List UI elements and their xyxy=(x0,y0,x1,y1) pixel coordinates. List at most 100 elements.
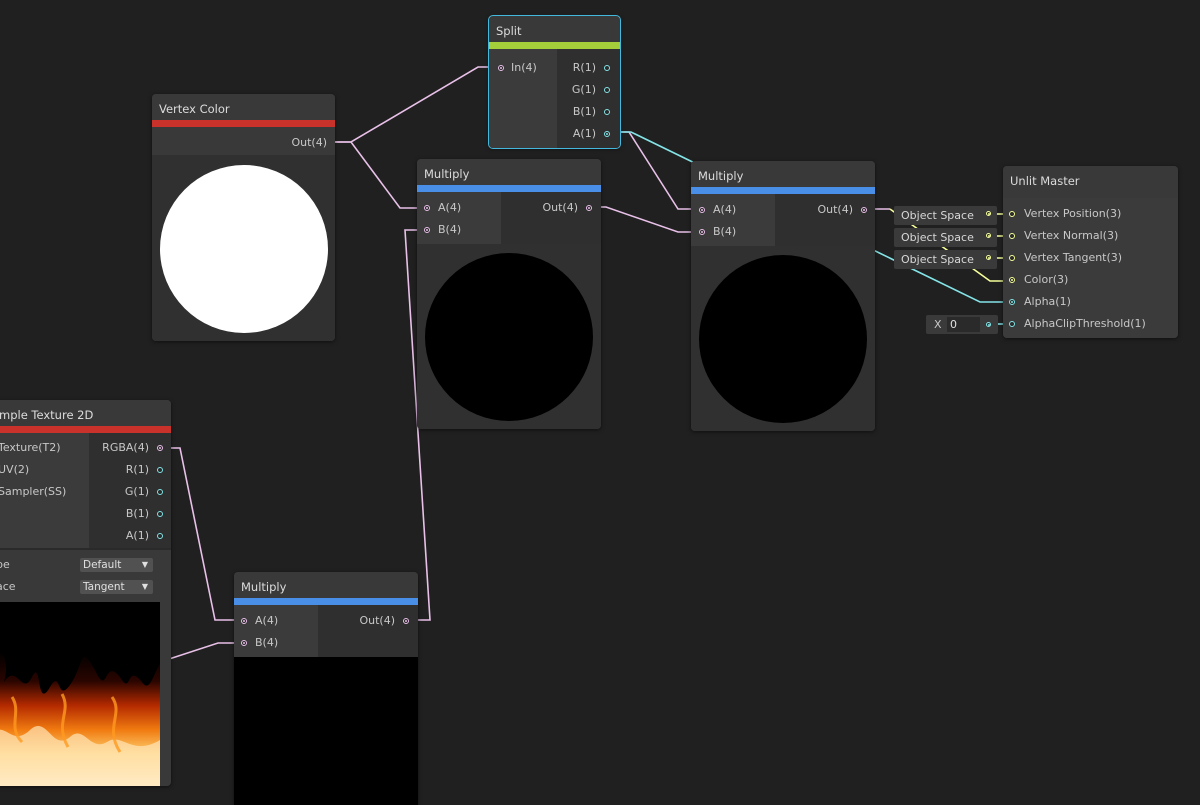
vertex-position-space[interactable]: Object Space xyxy=(894,206,997,225)
port-connector-icon[interactable] xyxy=(1009,255,1015,261)
setting-type-label: pe xyxy=(0,554,10,576)
vertex-normal-space[interactable]: Object Space xyxy=(894,228,997,247)
clip-value-input[interactable]: 0 xyxy=(947,317,980,332)
port-connector-icon[interactable] xyxy=(157,489,163,495)
port-connector-icon[interactable] xyxy=(604,109,610,115)
out-port-b[interactable]: B(1) xyxy=(573,101,610,123)
in-port-vertex-position[interactable]: Vertex Position(3) xyxy=(1009,203,1121,225)
multiply-node-3[interactable]: Multiply A(4) B(4) Out(4) xyxy=(234,572,418,805)
node-preview xyxy=(691,246,875,431)
in-port-alpha[interactable]: Alpha(1) xyxy=(1009,291,1071,313)
port-connector-icon[interactable] xyxy=(1009,277,1015,283)
port-connector-icon[interactable] xyxy=(1009,211,1015,217)
out-port-r[interactable]: R(1) xyxy=(126,459,163,481)
port-connector-icon[interactable] xyxy=(586,205,592,211)
node-color-bar xyxy=(0,426,171,433)
field-out-connector-icon xyxy=(986,322,991,327)
in-port-texture[interactable]: Texture(T2) xyxy=(0,437,61,459)
setting-space-label: ace xyxy=(0,576,16,598)
port-connector-icon[interactable] xyxy=(424,227,430,233)
node-color-bar xyxy=(234,598,418,605)
type-dropdown[interactable]: Default ▼ xyxy=(80,558,153,572)
node-title: mple Texture 2D xyxy=(0,400,171,426)
node-title: Vertex Color xyxy=(152,94,335,120)
port-connector-icon[interactable] xyxy=(241,618,247,624)
port-connector-icon[interactable] xyxy=(1009,321,1015,327)
port-label: In(4) xyxy=(511,61,537,74)
port-connector-icon[interactable] xyxy=(1009,299,1015,305)
node-preview xyxy=(234,657,418,805)
port-connector-icon[interactable] xyxy=(157,467,163,473)
wire-multiply1-to-multiply2-b xyxy=(590,206,701,233)
out-port[interactable]: Out(4) xyxy=(359,610,409,632)
node-title: Split xyxy=(489,16,620,42)
dropdown-value: Tangent xyxy=(83,581,125,593)
vertex-color-node[interactable]: Vertex Color Out(4) xyxy=(152,94,335,341)
port-connector-icon[interactable] xyxy=(498,65,504,71)
shader-graph-canvas[interactable]: Vertex Color Out(4) Split In(4) R(1) G(1… xyxy=(0,0,1200,805)
in-port-alpha-clip-threshold[interactable]: AlphaClipThreshold(1) xyxy=(1009,313,1146,335)
in-port-sampler[interactable]: Sampler(SS) xyxy=(0,481,66,503)
out-port-b[interactable]: B(1) xyxy=(125,503,163,525)
wire-texture-rgba-to-multiply3-a xyxy=(160,447,243,621)
port-connector-icon[interactable] xyxy=(604,65,610,71)
port-connector-icon[interactable] xyxy=(699,229,705,235)
out-port-g[interactable]: G(1) xyxy=(572,79,610,101)
split-node[interactable]: Split In(4) R(1) G(1) B(1) A(1) xyxy=(488,15,621,149)
port-label: G(1) xyxy=(124,485,149,498)
in-port-a[interactable]: A(4) xyxy=(424,197,461,219)
in-port-b[interactable]: B(4) xyxy=(424,219,462,241)
port-connector-icon[interactable] xyxy=(1009,233,1015,239)
node-preview xyxy=(152,155,335,341)
port-label: Alpha(1) xyxy=(1024,295,1071,308)
port-connector-icon[interactable] xyxy=(604,131,610,137)
port-connector-icon[interactable] xyxy=(424,205,430,211)
port-connector-icon[interactable] xyxy=(403,618,409,624)
multiply-node-1[interactable]: Multiply A(4) B(4) Out(4) xyxy=(417,159,601,429)
out-port-a[interactable]: A(1) xyxy=(572,123,610,145)
out-port-rgba[interactable]: RGBA(4) xyxy=(102,437,163,459)
out-port[interactable]: Out(4) xyxy=(542,197,592,219)
in-port-a[interactable]: A(4) xyxy=(241,610,278,632)
space-label: Object Space xyxy=(901,209,974,222)
sample-texture-2d-node[interactable]: mple Texture 2D Texture(T2) UV(2) Sample… xyxy=(0,400,171,786)
port-connector-icon[interactable] xyxy=(157,445,163,451)
port-label: B(4) xyxy=(438,223,462,236)
space-dropdown[interactable]: Tangent ▼ xyxy=(80,580,153,594)
in-port-vertex-normal[interactable]: Vertex Normal(3) xyxy=(1009,225,1118,247)
out-port[interactable]: Out(4) xyxy=(817,199,867,221)
out-port-r[interactable]: R(1) xyxy=(573,57,610,79)
unlit-master-node[interactable]: Unlit Master Vertex Position(3) Vertex N… xyxy=(1003,166,1178,338)
node-color-bar xyxy=(691,187,875,194)
port-connector-icon[interactable] xyxy=(699,207,705,213)
wire-split-a-to-multiply2-a xyxy=(607,131,701,210)
port-label: Texture(T2) xyxy=(0,441,61,454)
port-connector-icon[interactable] xyxy=(604,87,610,93)
in-port-color[interactable]: Color(3) xyxy=(1009,269,1069,291)
out-port-g[interactable]: G(1) xyxy=(124,481,163,503)
port-connector-icon[interactable] xyxy=(241,640,247,646)
in-port-a[interactable]: A(4) xyxy=(699,199,736,221)
out-port-a[interactable]: A(1) xyxy=(126,525,163,547)
in-port-uv[interactable]: UV(2) xyxy=(0,459,29,481)
in-port-vertex-tangent[interactable]: Vertex Tangent(3) xyxy=(1009,247,1122,269)
in-port-b[interactable]: B(4) xyxy=(241,632,278,654)
port-connector-icon[interactable] xyxy=(157,511,163,517)
port-label: A(1) xyxy=(572,127,596,140)
in-port-b[interactable]: B(4) xyxy=(699,221,737,243)
alpha-clip-field[interactable]: X 0 xyxy=(926,315,998,334)
space-label: Object Space xyxy=(901,231,974,244)
port-label: UV(2) xyxy=(0,463,30,476)
port-label: B(4) xyxy=(713,225,737,238)
vertex-tangent-space[interactable]: Object Space xyxy=(894,250,997,269)
multiply-node-2[interactable]: Multiply A(4) B(4) Out(4) xyxy=(691,161,875,431)
port-connector-icon[interactable] xyxy=(157,533,163,539)
in-port[interactable]: In(4) xyxy=(498,57,537,79)
port-connector-icon[interactable] xyxy=(861,207,867,213)
port-label: Sampler(SS) xyxy=(0,485,67,498)
port-label: Color(3) xyxy=(1024,273,1069,286)
node-title: Multiply xyxy=(691,161,875,187)
out-port[interactable]: Out(4) xyxy=(291,132,327,154)
port-label: B(1) xyxy=(125,507,149,520)
axis-label: X xyxy=(934,318,942,331)
